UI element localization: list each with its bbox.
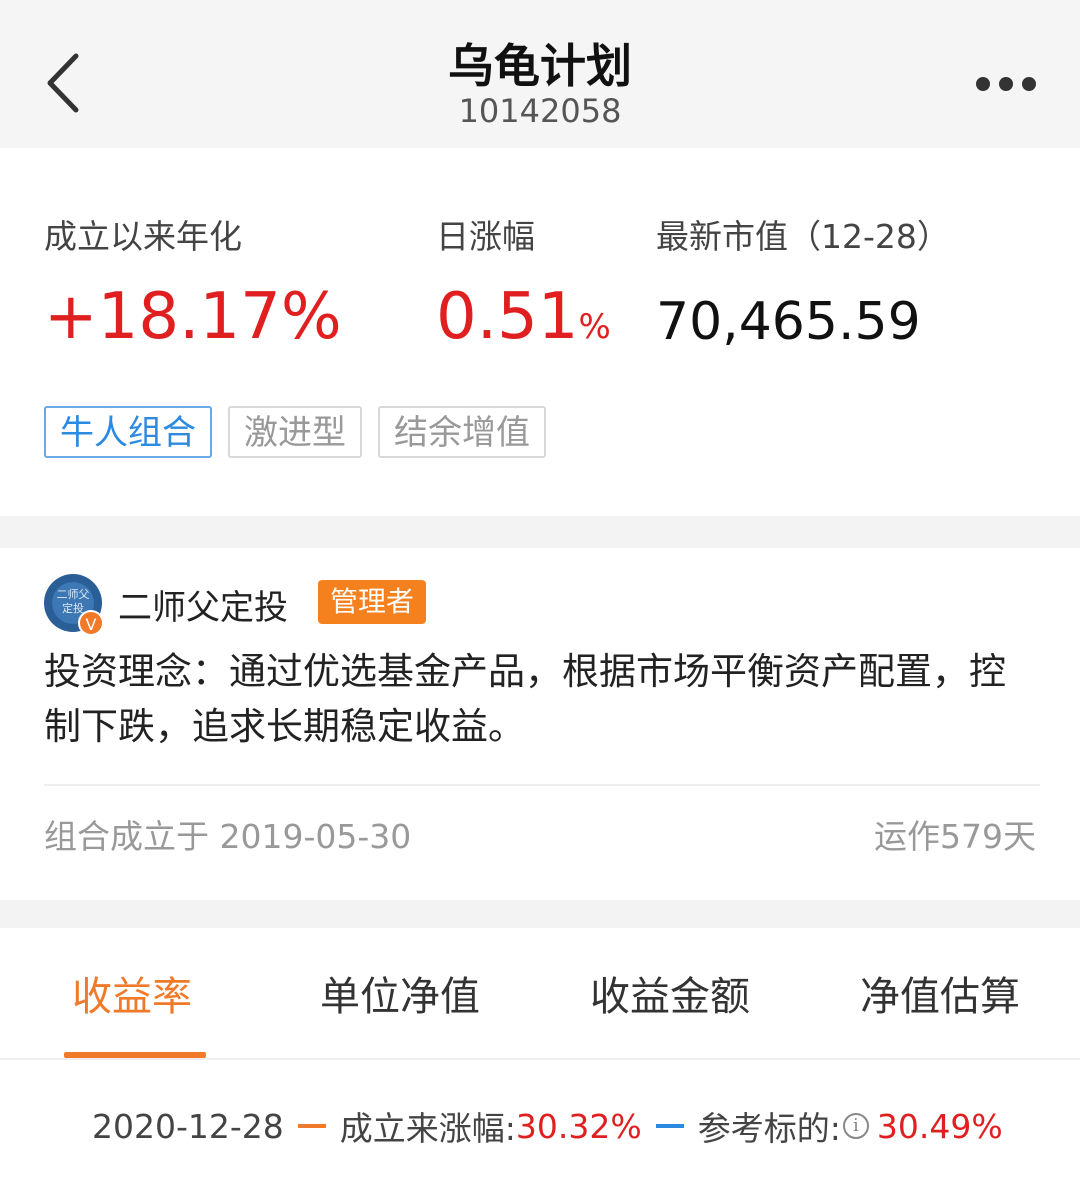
top-nav-bar: 乌龟计划 10142058: [0, 0, 1080, 148]
divider: [44, 784, 1040, 786]
daily-change-label: 日涨幅: [436, 217, 535, 256]
series1-label: 成立来涨幅:: [339, 1109, 516, 1148]
daily-change-value-group: 0.51%: [436, 280, 611, 354]
page-title: 乌龟计划: [448, 39, 632, 93]
tab-unit-nav[interactable]: 单位净值: [320, 964, 480, 1022]
tab-bar: 收益率 单位净值 收益金额 净值估算: [0, 928, 1080, 1060]
annualized-label: 成立以来年化: [44, 217, 242, 256]
more-dots-icon: [1022, 77, 1036, 91]
manager-badge: 管理者: [318, 580, 427, 624]
series2-label: 参考标的:: [697, 1109, 841, 1148]
tag-surplus[interactable]: 结余增值: [378, 406, 546, 458]
daily-change-value: 0.51: [436, 280, 579, 354]
more-dots-icon: [999, 77, 1013, 91]
avatar[interactable]: 二师父定投 V: [44, 574, 104, 636]
manager-name[interactable]: 二师父定投: [118, 580, 288, 629]
tab-return-rate[interactable]: 收益率: [72, 964, 192, 1022]
manager-card: 二师父定投 V 二师父定投 管理者 投资理念：通过优选基金产品，根据市场平衡资产…: [0, 548, 1080, 900]
section-gap: [0, 900, 1080, 928]
market-value: 70,465.59: [656, 292, 921, 352]
running-days: 运作579天: [874, 817, 1036, 856]
tab-nav-estimate[interactable]: 净值估算: [860, 964, 1020, 1022]
series1-line-icon: [297, 1124, 326, 1128]
legend-date: 2020-12-28: [92, 1106, 284, 1146]
founded-date: 组合成立于 2019-05-30: [44, 817, 412, 856]
more-dots-icon: [976, 77, 990, 91]
market-value-label: 最新市值（12-28）: [656, 217, 950, 256]
daily-change-unit: %: [578, 307, 611, 347]
divider: [0, 1058, 1080, 1060]
info-icon[interactable]: i: [842, 1113, 869, 1139]
tag-aggressive[interactable]: 激进型: [228, 406, 362, 458]
tag-list: 牛人组合 激进型 结余增值: [44, 406, 562, 458]
annualized-value: +18.17%: [44, 280, 342, 354]
series2-value: 30.49%: [876, 1106, 1003, 1146]
tag-niuren[interactable]: 牛人组合: [44, 406, 212, 458]
section-gap: [0, 516, 1080, 548]
investment-philosophy: 投资理念：通过优选基金产品，根据市场平衡资产配置，控制下跌，追求长期稳定收益。: [44, 650, 1006, 748]
verified-icon: V: [78, 610, 104, 636]
stats-panel: 成立以来年化 日涨幅 最新市值（12-28） +18.17% 0.51% 70,…: [0, 148, 1080, 516]
portfolio-code: 10142058: [458, 92, 622, 130]
series2-line-icon: [655, 1124, 684, 1128]
more-options-button[interactable]: [976, 72, 1036, 96]
series1-value: 30.32%: [515, 1106, 642, 1146]
tab-return-amount[interactable]: 收益金额: [590, 964, 750, 1022]
chart-legend: 2020-12-28 成立来涨幅: 30.32% 参考标的: i 30.49%: [92, 1104, 1003, 1149]
